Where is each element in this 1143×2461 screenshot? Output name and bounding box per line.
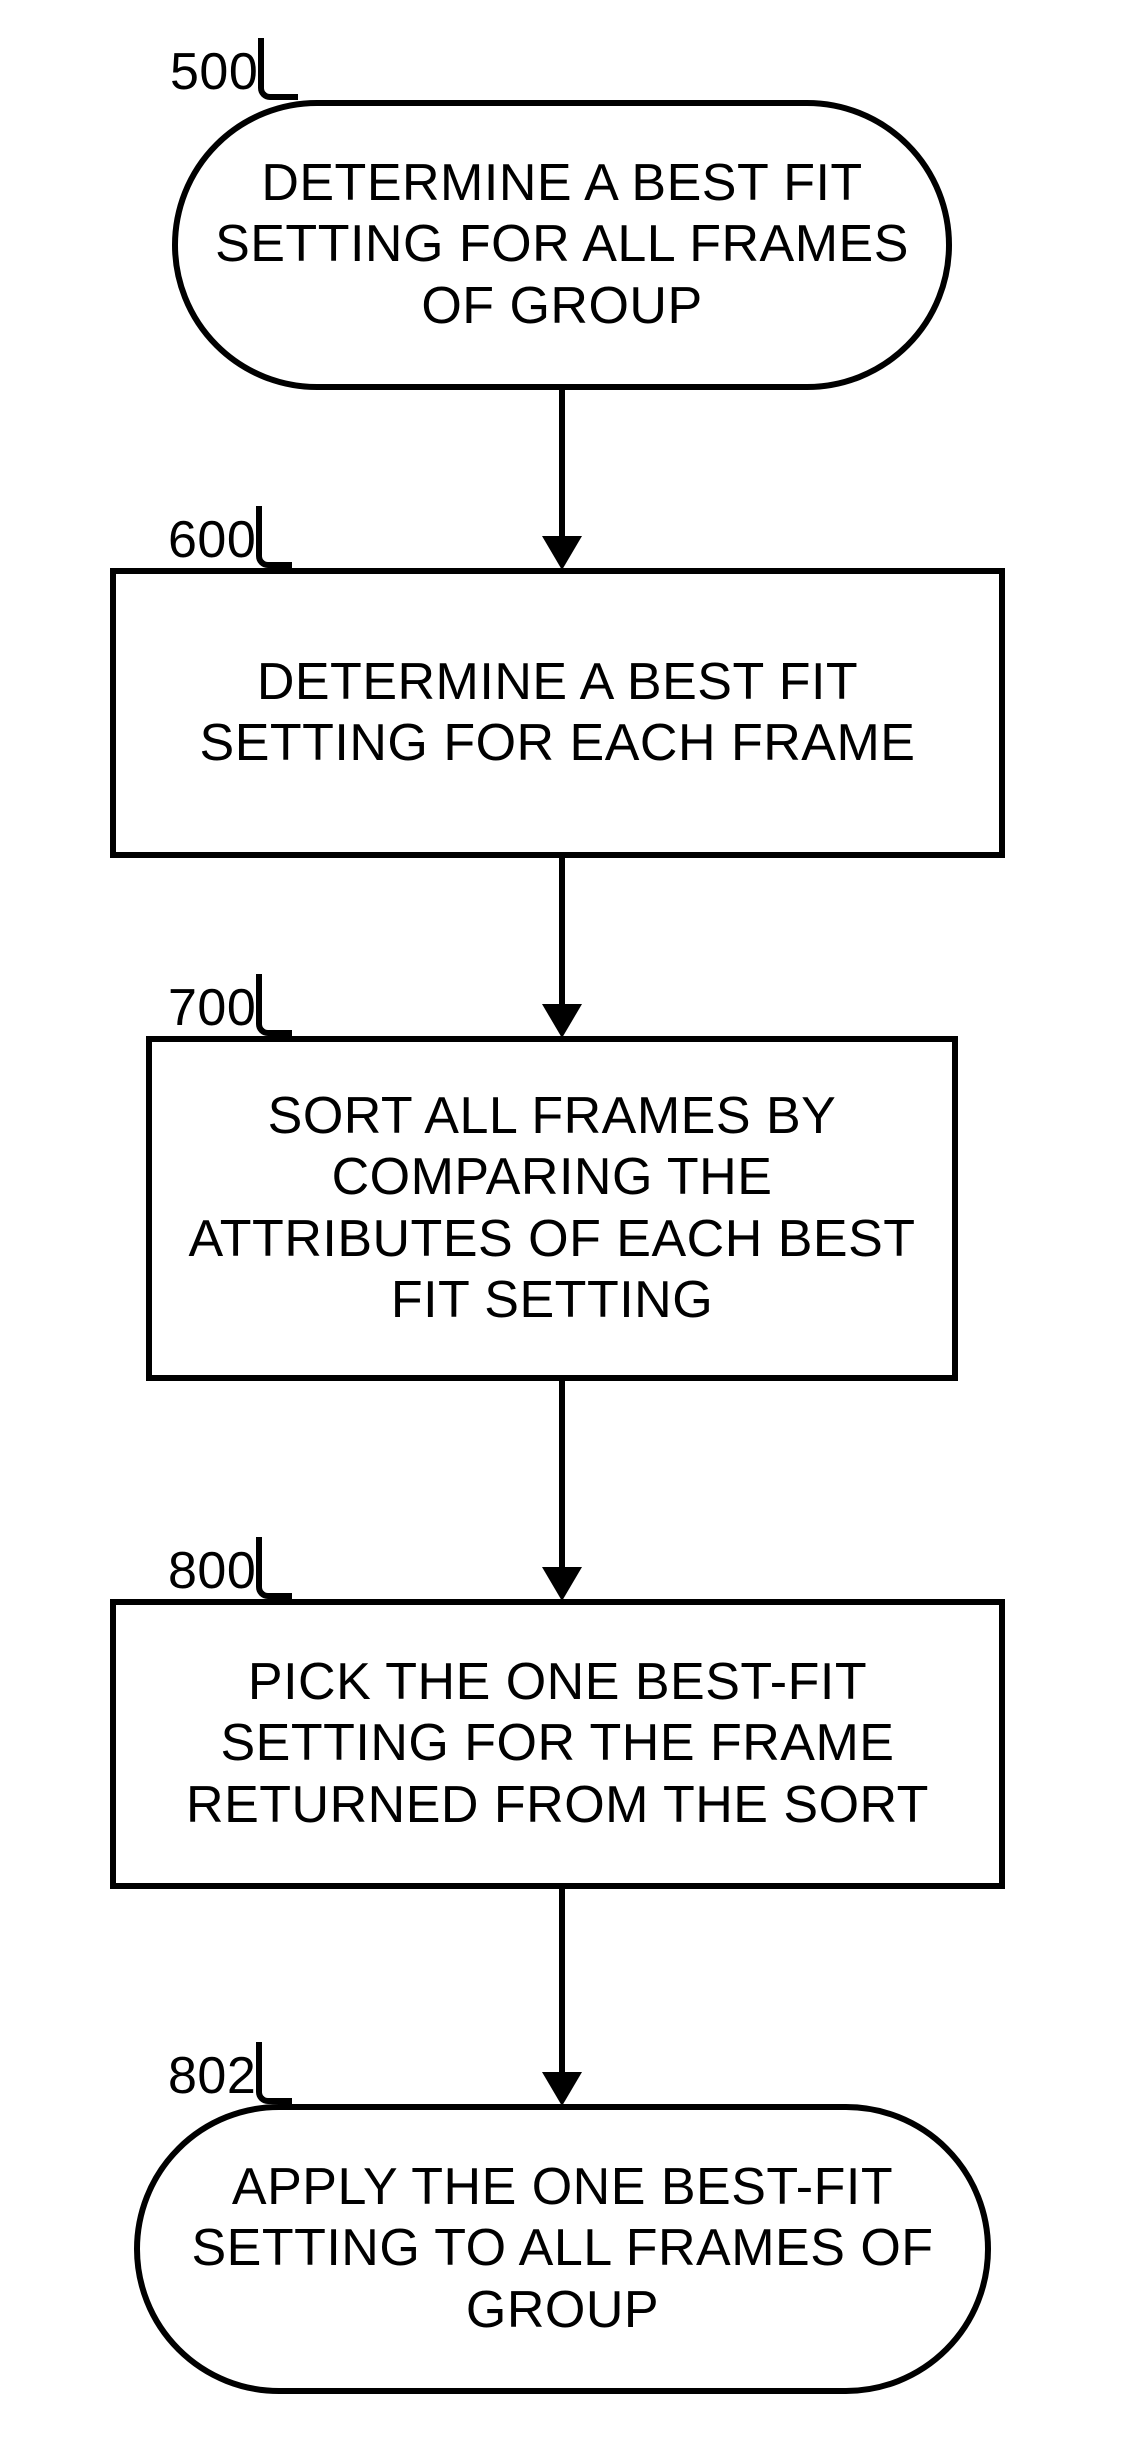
- node-500-id: 500: [170, 42, 258, 102]
- node-600-id: 600: [168, 510, 256, 570]
- flowchart: 500 DETERMINE A BEST FIT SETTING FOR ALL…: [0, 0, 1143, 2461]
- node-600-process: DETERMINE A BEST FIT SETTING FOR EACH FR…: [110, 568, 1005, 858]
- node-800-text: PICK THE ONE BEST-FIT SETTING FOR THE FR…: [146, 1652, 969, 1836]
- label-700-connector: [256, 974, 292, 1036]
- node-700-id: 700: [168, 978, 256, 1038]
- label-802-connector: [256, 2042, 292, 2104]
- node-802-terminator: APPLY THE ONE BEST-FIT SETTING TO ALL FR…: [134, 2104, 991, 2394]
- node-500-terminator: DETERMINE A BEST FIT SETTING FOR ALL FRA…: [172, 100, 952, 390]
- node-600-text: DETERMINE A BEST FIT SETTING FOR EACH FR…: [146, 652, 969, 775]
- node-700-process: SORT ALL FRAMES BY COMPARING THE ATTRIBU…: [146, 1036, 958, 1381]
- label-800-connector: [256, 1537, 292, 1599]
- node-802-text: APPLY THE ONE BEST-FIT SETTING TO ALL FR…: [170, 2157, 955, 2341]
- node-800-process: PICK THE ONE BEST-FIT SETTING FOR THE FR…: [110, 1599, 1005, 1889]
- node-700-text: SORT ALL FRAMES BY COMPARING THE ATTRIBU…: [182, 1086, 922, 1331]
- label-500-connector: [258, 38, 298, 100]
- node-500-text: DETERMINE A BEST FIT SETTING FOR ALL FRA…: [208, 153, 916, 337]
- node-802-id: 802: [168, 2046, 256, 2106]
- label-600-connector: [256, 506, 292, 568]
- node-800-id: 800: [168, 1541, 256, 1601]
